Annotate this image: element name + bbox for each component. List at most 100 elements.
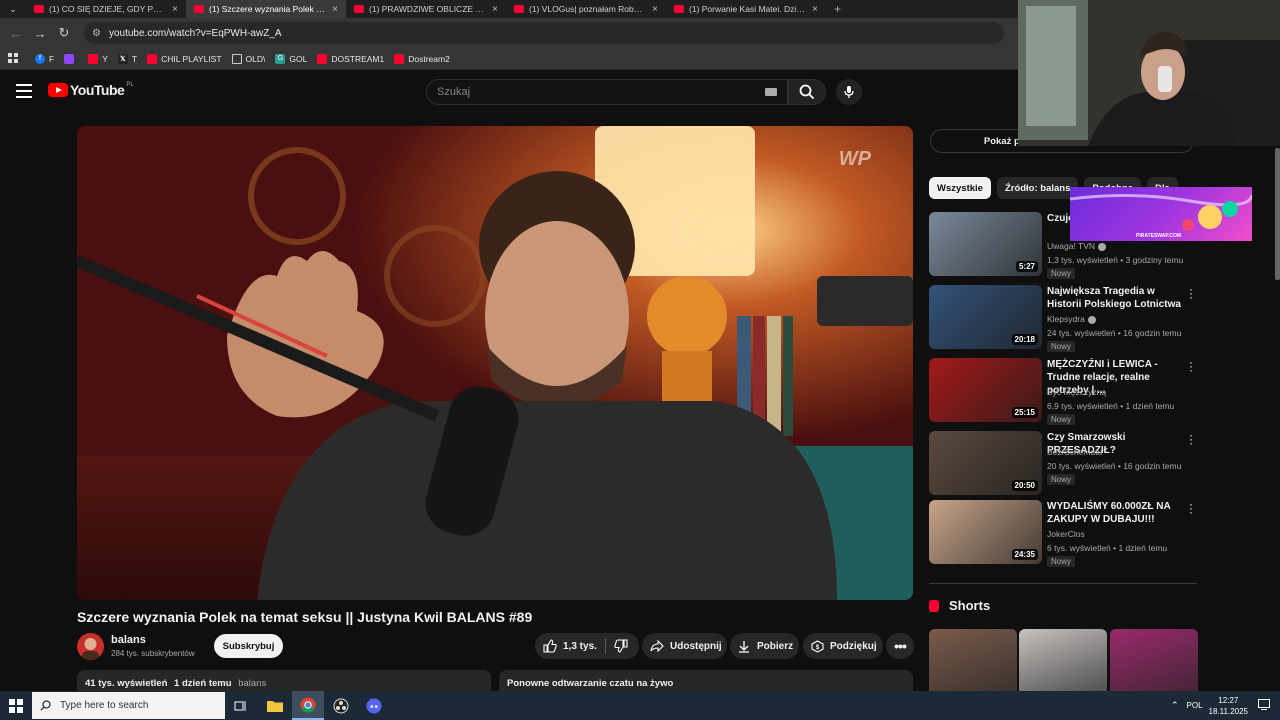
close-tab-icon[interactable]: × bbox=[172, 4, 178, 15]
gol-site-icon: G bbox=[275, 53, 286, 64]
back-arrow-icon[interactable]: ← bbox=[4, 26, 28, 41]
page-scrollbar-thumb[interactable] bbox=[1275, 148, 1280, 280]
view-count: 41 tys. wyświetleń bbox=[85, 678, 168, 689]
bookmark-dostream2[interactable]: Dostream2 bbox=[394, 53, 450, 64]
bookmark-youtube[interactable]: Y bbox=[88, 53, 108, 64]
browser-tab[interactable]: (1) Porwanie Kasi Matei. Dzieck × bbox=[666, 0, 826, 18]
channel-avatar[interactable] bbox=[77, 633, 104, 660]
youtube-icon bbox=[394, 53, 405, 64]
close-tab-icon[interactable]: × bbox=[332, 4, 338, 15]
taskbar-search-input[interactable]: Type here to search bbox=[32, 692, 225, 719]
upload-age: 1 dzień temu bbox=[174, 678, 232, 689]
voice-search-button[interactable] bbox=[836, 79, 862, 105]
download-button[interactable]: Pobierz bbox=[730, 633, 799, 659]
task-view-button[interactable] bbox=[225, 691, 257, 720]
recommendation-title[interactable]: WYDALIŚMY 60.000ZŁ NA ZAKUPY W DUBAJU!!! bbox=[1047, 500, 1185, 526]
new-tab-button[interactable]: + bbox=[826, 2, 849, 16]
short-thumbnail[interactable] bbox=[1019, 629, 1107, 691]
taskbar-chrome[interactable] bbox=[292, 691, 324, 720]
thumbs-up-icon[interactable] bbox=[543, 639, 557, 653]
reload-icon[interactable]: ↻ bbox=[52, 25, 76, 41]
channel-name[interactable]: balans bbox=[111, 634, 146, 646]
recommendation-item[interactable]: 20:50 Czy Smarzowski PRZESADZIŁ? Bez/Sch… bbox=[929, 429, 1199, 495]
tab-title: (1) PRAWDZIWE OBLICZE KRYZ bbox=[369, 4, 487, 14]
recommendation-channel[interactable]: Być Mężczyzną bbox=[1047, 387, 1106, 397]
video-title: Szczere wyznania Polek na temat seksu ||… bbox=[77, 609, 533, 625]
taskbar-file-explorer[interactable] bbox=[259, 691, 291, 720]
short-thumbnail[interactable] bbox=[1110, 629, 1198, 691]
start-button[interactable] bbox=[0, 691, 32, 720]
recommendation-channel[interactable]: Bez/Schematu bbox=[1047, 447, 1102, 457]
close-tab-icon[interactable]: × bbox=[652, 4, 658, 15]
windows-taskbar: Type here to search ⌃ POL 12:27 18.11.20… bbox=[0, 691, 1280, 720]
ad-banner-overlay[interactable]: PIRATESWAP.COM bbox=[1070, 187, 1252, 241]
video-thumbnail[interactable]: 24:35 bbox=[929, 500, 1042, 564]
hashtag[interactable]: balans bbox=[238, 678, 266, 689]
bookmark-label: F bbox=[49, 53, 55, 64]
recommendation-channel[interactable]: JokerClos bbox=[1047, 529, 1085, 539]
menu-hamburger-icon[interactable] bbox=[16, 84, 32, 98]
video-thumbnail[interactable]: 20:18 bbox=[929, 285, 1042, 349]
apps-grid-icon[interactable] bbox=[8, 53, 19, 64]
bookmark-gol[interactable]: G GOL bbox=[275, 53, 307, 64]
obs-icon bbox=[333, 698, 349, 713]
share-button[interactable]: Udostępnij bbox=[642, 633, 727, 659]
taskbar-search-placeholder: Type here to search bbox=[60, 700, 149, 711]
recommendation-item[interactable]: 20:18 Największa Tragedia w Historii Pol… bbox=[929, 283, 1199, 352]
keyboard-icon[interactable] bbox=[765, 88, 777, 96]
video-player[interactable]: WP bbox=[77, 126, 913, 600]
short-thumbnail[interactable] bbox=[929, 629, 1017, 691]
recommendation-item[interactable]: 25:15 MĘŻCZYŹNI i LEWICA - Trudne relacj… bbox=[929, 356, 1199, 425]
taskbar-app-obs[interactable] bbox=[325, 691, 357, 720]
more-vertical-icon[interactable]: · · · bbox=[1188, 498, 1194, 518]
bookmark-dostream1[interactable]: DOSTREAM1 bbox=[317, 53, 384, 64]
chip-from-channel[interactable]: Źródło: balans bbox=[996, 177, 1079, 199]
site-info-icon[interactable]: ⚙ bbox=[92, 28, 101, 39]
thumbs-down-icon[interactable] bbox=[614, 639, 628, 653]
chip-all[interactable]: Wszystkie bbox=[929, 177, 991, 199]
search-button[interactable] bbox=[788, 79, 826, 105]
browser-tab[interactable]: (1) PRAWDZIWE OBLICZE KRYZ × bbox=[346, 0, 506, 18]
notifications-icon[interactable] bbox=[1258, 699, 1270, 712]
subscribe-button[interactable]: Subskrybuj bbox=[214, 634, 283, 658]
new-badge: Nowy bbox=[1047, 341, 1076, 352]
show-hidden-icons-chevron-icon[interactable]: ⌃ bbox=[1171, 700, 1179, 711]
close-tab-icon[interactable]: × bbox=[492, 4, 498, 15]
system-clock[interactable]: 12:27 18.11.2025 bbox=[1209, 695, 1248, 717]
bookmark-twitch[interactable] bbox=[64, 53, 78, 64]
youtube-favicon-icon bbox=[34, 5, 44, 13]
duration-badge: 5:27 bbox=[1015, 261, 1038, 272]
more-vertical-icon[interactable]: · · · bbox=[1188, 283, 1194, 303]
input-language[interactable]: POL bbox=[1187, 701, 1203, 710]
address-bar[interactable]: ⚙ youtube.com/watch?v=EqPWH-awZ_A bbox=[84, 22, 1004, 44]
video-thumbnail[interactable]: 25:15 bbox=[929, 358, 1042, 422]
recommendation-channel[interactable]: Klepsydra bbox=[1047, 314, 1096, 324]
recommendation-title[interactable]: Największa Tragedia w Historii Polskiego… bbox=[1047, 285, 1185, 311]
video-thumbnail[interactable]: 20:50 bbox=[929, 431, 1042, 495]
bookmark-facebook[interactable]: fF bbox=[35, 53, 55, 64]
bookmark-label: Dostream2 bbox=[408, 53, 450, 64]
bookmark-x[interactable]: 𝕏T bbox=[117, 53, 137, 64]
like-count[interactable]: 1,3 tys. bbox=[563, 641, 597, 652]
youtube-icon bbox=[147, 53, 158, 64]
browser-tab[interactable]: (1) VLOGus| poznałam Roberta × bbox=[506, 0, 666, 18]
taskbar-app-discord[interactable] bbox=[358, 691, 390, 720]
bookmark-folder-old[interactable]: OLD\ bbox=[231, 53, 265, 64]
recommendation-meta: 20 tys. wyświetleń • 16 godzin temu bbox=[1047, 461, 1182, 471]
close-tab-icon[interactable]: × bbox=[812, 4, 818, 15]
youtube-favicon-icon bbox=[194, 5, 204, 13]
tab-search-chevron-icon[interactable]: ⌄ bbox=[0, 0, 26, 18]
thanks-button[interactable]: $ Podziękuj bbox=[803, 633, 883, 659]
more-vertical-icon[interactable]: · · · bbox=[1188, 356, 1194, 376]
more-vertical-icon[interactable]: · · · bbox=[1188, 429, 1194, 449]
search-input[interactable]: Szukaj bbox=[426, 79, 788, 105]
video-thumbnail[interactable]: 5:27 bbox=[929, 212, 1042, 276]
youtube-logo[interactable]: YouTube PL bbox=[48, 82, 134, 98]
recommendation-channel[interactable]: Uwaga! TVN bbox=[1047, 241, 1107, 251]
recommendation-item[interactable]: 24:35 WYDALIŚMY 60.000ZŁ NA ZAKUPY W DUB… bbox=[929, 498, 1199, 567]
more-actions-button[interactable]: ••• bbox=[886, 633, 914, 659]
browser-tab-active[interactable]: (1) Szczere wyznania Polek na t × bbox=[186, 0, 346, 18]
forward-arrow-icon[interactable]: → bbox=[28, 26, 52, 41]
browser-tab[interactable]: (1) CO SIĘ DZIEJE, GDY PRZESTA × bbox=[26, 0, 186, 18]
bookmark-chill-playlist[interactable]: CHIL PLAYLIST bbox=[147, 53, 222, 64]
